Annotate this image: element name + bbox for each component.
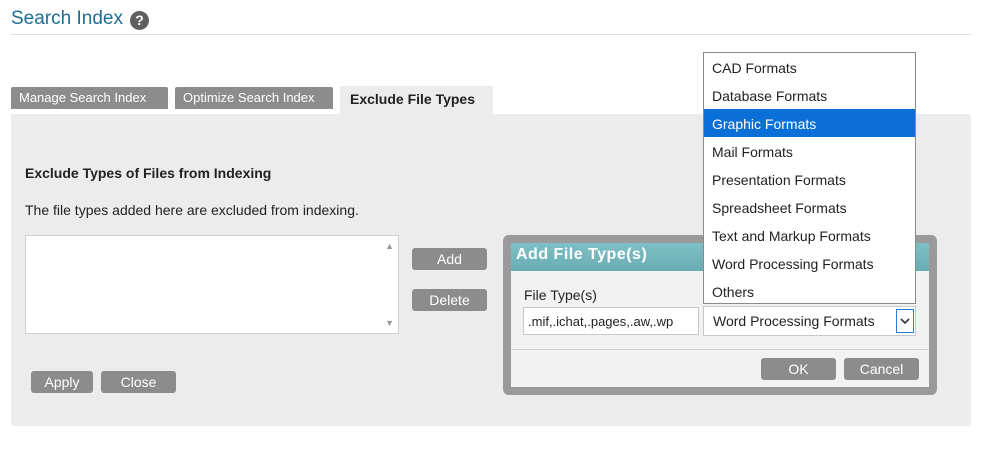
selected-category: Word Processing Formats [713,313,875,329]
dropdown-option-mail[interactable]: Mail Formats [704,137,915,165]
chevron-down-icon[interactable] [896,309,914,333]
add-button[interactable]: Add [412,248,487,270]
close-button[interactable]: Close [101,371,176,393]
scroll-down-icon[interactable]: ▼ [385,318,394,328]
ok-button[interactable]: OK [761,358,836,380]
title-divider [11,34,971,35]
file-types-label: File Type(s) [524,287,597,303]
format-category-select[interactable]: Word Processing Formats [703,306,916,336]
dialog-divider [511,349,929,350]
tab-optimize-search-index[interactable]: Optimize Search Index [175,87,333,109]
scroll-up-icon[interactable]: ▲ [385,241,394,251]
dropdown-option-text-markup[interactable]: Text and Markup Formats [704,221,915,249]
apply-button[interactable]: Apply [31,371,93,393]
delete-button[interactable]: Delete [412,289,487,311]
page-title: Search Index ? [11,8,149,30]
dropdown-option-presentation[interactable]: Presentation Formats [704,165,915,193]
section-heading: Exclude Types of Files from Indexing [25,165,272,181]
dropdown-option-database[interactable]: Database Formats [704,81,915,109]
dropdown-option-word-processing[interactable]: Word Processing Formats [704,249,915,277]
dropdown-option-others[interactable]: Others [704,277,915,305]
dropdown-option-spreadsheet[interactable]: Spreadsheet Formats [704,193,915,221]
help-icon[interactable]: ? [129,10,149,30]
tab-manage-search-index[interactable]: Manage Search Index [11,87,168,109]
file-types-input[interactable] [523,307,699,335]
format-category-dropdown: CAD Formats Database Formats Graphic For… [703,52,916,304]
dialog-title: Add File Type(s) [516,246,648,263]
cancel-button[interactable]: Cancel [844,358,919,380]
dropdown-option-graphic[interactable]: Graphic Formats [704,109,915,137]
page-title-text: Search Index [11,8,123,29]
excluded-types-list[interactable]: ▲ ▼ [25,235,399,334]
section-description: The file types added here are excluded f… [25,202,359,218]
tab-exclude-file-types[interactable]: Exclude File Types [340,86,493,116]
dropdown-option-cad[interactable]: CAD Formats [704,53,915,81]
